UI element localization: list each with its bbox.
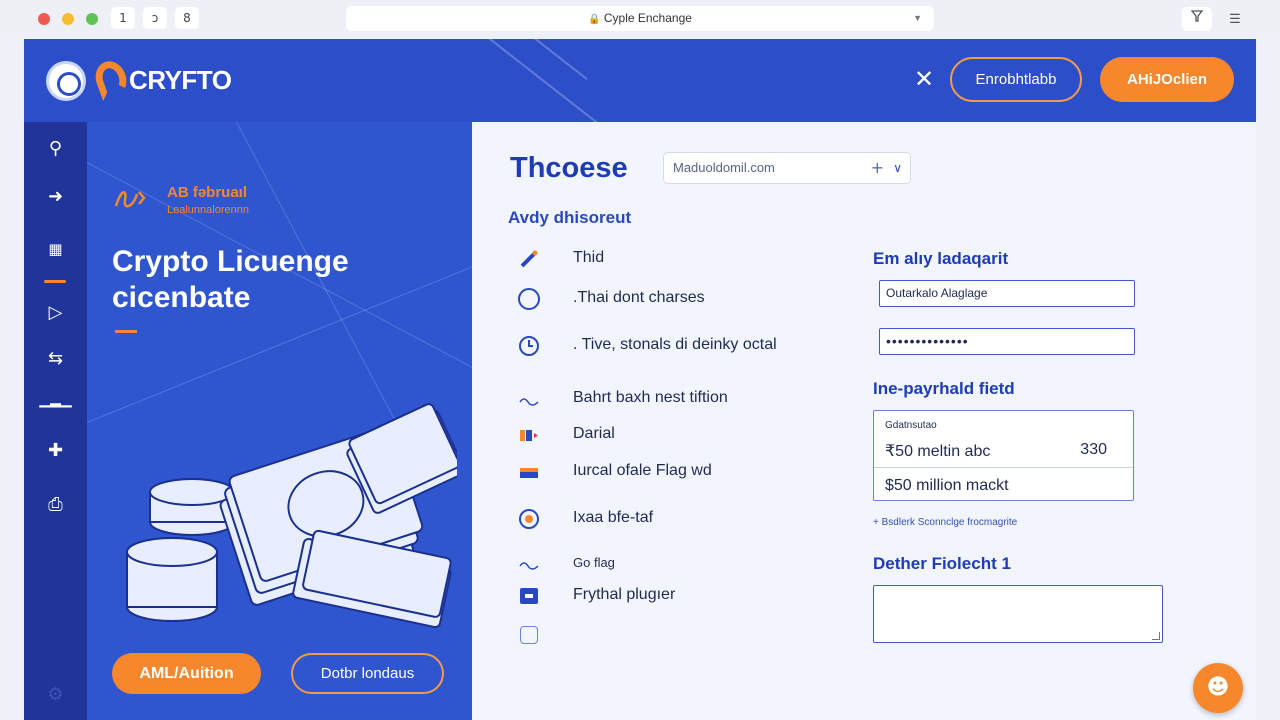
section-subheading: Avdy dhisoreut bbox=[508, 208, 632, 227]
brand-mark-icon bbox=[90, 56, 132, 102]
amount-line-1-value: 330 bbox=[1080, 441, 1107, 458]
list-item[interactable]: . Tive, stonals di deinky octal bbox=[508, 333, 838, 359]
other-textarea[interactable] bbox=[873, 585, 1163, 643]
globe-icon bbox=[519, 509, 539, 529]
printer-icon[interactable]: ⎙ bbox=[24, 494, 87, 515]
exchange-icon[interactable]: ⇆ bbox=[24, 348, 87, 369]
lock-icon: 🔒 bbox=[588, 14, 601, 25]
list-item-label: Ixaa bfe-taf bbox=[573, 509, 654, 526]
hero-tag-sub: Lealunnalorennn bbox=[167, 204, 249, 216]
chevron-down-icon[interactable]: ▼ bbox=[913, 6, 922, 31]
flag-icon bbox=[520, 430, 538, 441]
aml-audition-button[interactable]: AML/Auition bbox=[112, 653, 261, 694]
amount-box-label: Gdatnsutao bbox=[885, 420, 937, 431]
menu-icon[interactable]: ☰ bbox=[1220, 7, 1250, 31]
divider bbox=[874, 467, 1133, 468]
list-item-label: Darial bbox=[573, 425, 615, 442]
maximize-window-icon[interactable] bbox=[86, 13, 98, 25]
settings-icon[interactable]: ⚙ bbox=[24, 684, 87, 705]
pen-icon bbox=[520, 250, 538, 268]
list-item[interactable]: Ixaa bfe-taf bbox=[508, 506, 838, 532]
flag-icon bbox=[520, 468, 538, 478]
wave-icon bbox=[519, 398, 539, 406]
list-item-label: Frythal plugıer bbox=[573, 586, 676, 603]
list-item-label: .Thai dont charses bbox=[573, 289, 705, 306]
chat-icon[interactable]: ☻ bbox=[1193, 663, 1243, 713]
hero-divider bbox=[115, 330, 137, 333]
square-outline-icon bbox=[520, 626, 538, 644]
amount-line-1: ₹50 meltin abc bbox=[885, 443, 991, 460]
payment-field-heading: Ine-payrhald fietd bbox=[873, 379, 1015, 398]
chart-icon[interactable]: ▁▂▁ bbox=[24, 392, 87, 408]
list-item[interactable]: Iurcal ofale Flag wd bbox=[508, 459, 838, 485]
nav-button-3[interactable]: 8 bbox=[175, 7, 199, 29]
circle-icon bbox=[518, 288, 540, 310]
language-field[interactable]: Outarkalo Alaglage bbox=[879, 280, 1135, 307]
list-item-label: Iurcal ofale Flag wd bbox=[573, 462, 712, 479]
hero-secondary-button[interactable]: Dotbr londaus bbox=[291, 653, 444, 694]
sidebar-active-indicator bbox=[44, 280, 66, 283]
page-title: Thcoese bbox=[510, 152, 628, 184]
header-outline-button[interactable]: Enrobhtlabb bbox=[950, 57, 1082, 102]
arrow-icon[interactable]: ➜ bbox=[24, 186, 87, 207]
browser-chrome: 1 ↄ 8 🔒 Cyple Enchange ▼ ☰ bbox=[0, 0, 1280, 38]
app-header: CRYFTO ✕ Enrobhtlabb AHiJOclien bbox=[24, 39, 1256, 122]
list-item[interactable]: Frythal plugıer bbox=[508, 583, 838, 609]
form-panel: Thcoese Maduoldomil.com + ∨ Avdy dhisore… bbox=[472, 122, 1256, 720]
chevron-down-icon[interactable]: ∨ bbox=[893, 153, 902, 183]
amount-line-2: $50 million mackt bbox=[885, 477, 1009, 494]
plus-icon[interactable]: + bbox=[871, 153, 884, 183]
minimize-window-icon[interactable] bbox=[62, 13, 74, 25]
brand-name[interactable]: CRYFTO bbox=[129, 65, 232, 96]
list-item[interactable]: Thid bbox=[508, 246, 838, 272]
hero-tag: AB fəbruaıl bbox=[167, 184, 248, 201]
close-window-icon[interactable] bbox=[38, 13, 50, 25]
domain-select-value: Maduoldomil.com bbox=[673, 160, 775, 175]
list-item-label: Go flag bbox=[573, 555, 615, 570]
plus-icon[interactable]: ✚ bbox=[24, 440, 87, 461]
filter-icon[interactable] bbox=[1182, 7, 1212, 31]
nav-button-1[interactable]: 1 bbox=[111, 7, 135, 29]
building-icon[interactable]: ▦ bbox=[24, 240, 87, 258]
seal-logo-icon bbox=[46, 61, 86, 101]
play-icon[interactable]: ▷ bbox=[24, 302, 87, 323]
list-item[interactable] bbox=[508, 624, 838, 650]
list-item-label: Thid bbox=[573, 249, 605, 266]
list-item[interactable]: Bahrt baxh nest tiftion bbox=[508, 386, 838, 412]
wave-icon bbox=[519, 562, 539, 570]
reload-button[interactable]: ↄ bbox=[143, 7, 167, 29]
header-decoration bbox=[460, 39, 588, 81]
field-hint: + Bsdlerk Sconnclge frocmagrite bbox=[873, 517, 1018, 528]
close-icon[interactable]: ✕ bbox=[914, 65, 934, 93]
list-item[interactable]: Darial bbox=[508, 422, 838, 448]
list-item[interactable]: Go flag bbox=[508, 550, 838, 576]
hero-title: Crypto Licuenge cicenbate bbox=[112, 245, 349, 314]
sidebar: ⚲ ➜ ▦ ▷ ⇆ ▁▂▁ ✚ ⎙ ⚙ bbox=[24, 122, 87, 720]
signature-icon bbox=[114, 191, 146, 208]
square-icon bbox=[520, 588, 538, 604]
address-bar[interactable]: 🔒 Cyple Enchange ▼ bbox=[346, 6, 934, 31]
domain-select[interactable]: Maduoldomil.com + ∨ bbox=[663, 152, 911, 184]
header-decoration bbox=[408, 39, 600, 122]
list-item-label: . Tive, stonals di deinky octal bbox=[573, 336, 777, 353]
other-field-heading: Dether Fiolecht 1 bbox=[873, 554, 1011, 573]
location-icon[interactable]: ⚲ bbox=[24, 138, 87, 159]
hero-panel: AB fəbruaıl Lealunnalorennn Crypto Licue… bbox=[87, 122, 472, 720]
tab-title: Cyple Enchange bbox=[603, 11, 692, 25]
email-heading: Em alıy ladaqarit bbox=[873, 249, 1009, 268]
money-illustration-icon bbox=[126, 403, 457, 629]
list-item[interactable]: .Thai dont charses bbox=[508, 286, 838, 312]
list-item-label: Bahrt baxh nest tiftion bbox=[573, 389, 728, 406]
clock-icon bbox=[519, 336, 539, 356]
password-field[interactable]: •••••••••••••• bbox=[879, 328, 1135, 355]
header-primary-button[interactable]: AHiJOclien bbox=[1100, 57, 1234, 102]
amount-box[interactable]: Gdatnsutao ₹50 meltin abc 330 $50 millio… bbox=[873, 410, 1134, 501]
